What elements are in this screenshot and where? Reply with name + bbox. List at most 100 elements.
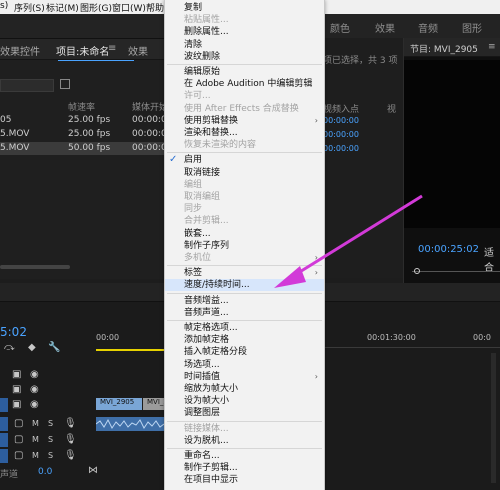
menu-sequence[interactable]: 序列(S) (14, 1, 45, 14)
snap-icon[interactable]: ⤼ (4, 343, 15, 353)
context-menu-item[interactable]: 添加帧定格 (165, 334, 324, 346)
track-target[interactable] (0, 433, 8, 447)
video-clip[interactable]: MVI_2905 (143, 398, 164, 410)
mute-icon[interactable]: M (32, 435, 39, 445)
context-menu-item-label: 链接媒体... (184, 423, 229, 434)
track-v3: ▣ ◉ (0, 368, 164, 382)
lock-icon[interactable]: ▢ (14, 435, 23, 445)
track-toggle-icon[interactable]: ▣ (12, 370, 21, 380)
context-menu-item[interactable]: 音频增益... (165, 295, 324, 307)
column-header-video-in[interactable]: 视频入点 (323, 102, 359, 115)
workspace-tab-color[interactable]: 颜色 (330, 20, 350, 35)
context-menu-item[interactable]: 重命名... (165, 450, 324, 462)
column-header-fps[interactable]: 帧速率 (68, 100, 95, 113)
context-menu-item-label: 多机位 (184, 253, 212, 263)
mute-icon[interactable]: M (32, 451, 39, 461)
timeline-scrollbar[interactable] (491, 353, 496, 483)
context-menu-item[interactable]: 帧定格选项... (165, 322, 324, 334)
marker-icon[interactable]: ◆ (28, 343, 36, 353)
audio-clip[interactable] (95, 417, 165, 431)
workspace-tab-effects[interactable]: 效果 (375, 20, 395, 35)
track-target[interactable] (0, 398, 8, 412)
solo-icon[interactable]: S (48, 435, 53, 445)
context-menu-item-label: 删除属性... (184, 27, 229, 38)
column-header-video-out[interactable]: 视 (387, 102, 396, 115)
tab-effect-controls[interactable]: 效果控件 (0, 43, 40, 58)
fit-dropdown[interactable]: 适合 (484, 244, 500, 274)
context-menu-item[interactable]: 清除 (165, 39, 324, 51)
eye-icon[interactable]: ◉ (30, 370, 39, 380)
context-menu-item-label: 帧定格选项... (184, 323, 238, 333)
mute-icon[interactable]: M (32, 419, 39, 429)
solo-icon[interactable]: S (48, 451, 53, 461)
ruler-line (323, 347, 500, 348)
context-menu-item[interactable]: 插入帧定格分段 (165, 346, 324, 358)
menu-help[interactable]: 帮助 (146, 1, 164, 14)
close-track-icon[interactable]: ⋈ (88, 466, 98, 476)
menu-marker[interactable]: 标记(M) (46, 1, 79, 14)
mic-icon[interactable]: 🎙 (64, 435, 77, 445)
menu-graphics[interactable]: 图形(G) (80, 1, 112, 14)
context-menu-item[interactable]: 渲染和替换... (165, 127, 324, 139)
video-in-cell: 00:00:00 (323, 116, 359, 125)
context-menu-item[interactable]: 制作子剪辑... (165, 462, 324, 474)
tab-effects[interactable]: 效果 (128, 43, 148, 58)
context-menu-item[interactable]: 编辑原始 (165, 66, 324, 78)
context-menu-item[interactable]: 场选项... (165, 359, 324, 371)
timeline-timecode[interactable]: 5:02 (0, 325, 27, 339)
eye-icon[interactable]: ◉ (30, 385, 39, 395)
tab-project[interactable]: 项目:未命名 (56, 43, 109, 58)
context-menu-item[interactable]: 设为脱机... (165, 435, 324, 447)
work-area-bar[interactable] (96, 349, 164, 351)
workspace-tab-graphics[interactable]: 图形 (462, 20, 482, 35)
lock-icon[interactable]: ▢ (14, 419, 23, 429)
context-menu-item[interactable]: 音频声道... (165, 307, 324, 319)
zoom-slider[interactable] (0, 265, 70, 269)
wrench-icon[interactable]: 🔧 (48, 343, 60, 353)
context-menu-item-label: 恢复未渲染的内容 (184, 140, 257, 151)
waveform-icon (95, 418, 165, 429)
tab-program[interactable]: 节目: MVI_2905 (410, 42, 478, 55)
video-clip[interactable]: MVI_2905 (96, 398, 142, 410)
menu-window[interactable]: 窗口(W) (112, 1, 146, 14)
context-menu-item[interactable]: 复制 (165, 2, 324, 14)
solo-icon[interactable]: S (48, 419, 53, 429)
context-menu-item[interactable]: 缩放为帧大小 (165, 383, 324, 395)
context-menu-item-label: 编辑原始 (184, 67, 221, 77)
context-menu-item[interactable]: 取消链接 (165, 167, 324, 179)
context-menu-item[interactable]: 调整图层 (165, 407, 324, 419)
new-bin-icon[interactable] (60, 79, 70, 89)
workspace-tab-audio[interactable]: 音频 (418, 20, 438, 35)
menu-edit[interactable]: s) (0, 1, 8, 11)
lock-icon[interactable]: ▢ (14, 451, 23, 461)
active-tab-underline (58, 60, 134, 61)
project-row[interactable]: 05 25.00 fps 00:00:00 (0, 114, 172, 127)
track-target[interactable] (0, 449, 8, 463)
menu-separator (167, 64, 322, 65)
track-toggle-icon[interactable]: ▣ (12, 385, 21, 395)
context-menu-item[interactable]: 波纹删除 (165, 51, 324, 63)
search-input[interactable] (0, 79, 54, 92)
project-row-fps: 25.00 fps (68, 129, 111, 139)
context-menu-item[interactable]: 删除属性... (165, 26, 324, 38)
project-row-selected[interactable]: 5.MOV 50.00 fps 00:00:00 (0, 142, 172, 155)
context-menu-item[interactable]: 在项目中显示 (165, 474, 324, 486)
context-menu-item[interactable]: 使用剪辑替换 › (165, 115, 324, 127)
context-menu-item[interactable]: ✓ 启用 (165, 154, 324, 166)
context-menu-item-label: 取消编组 (184, 192, 221, 202)
panel-menu-icon[interactable]: ≡ (488, 42, 496, 52)
column-header-media-start[interactable]: 媒体开始 (132, 100, 168, 113)
master-volume-value[interactable]: 0.0 (38, 467, 52, 477)
panel-menu-icon[interactable]: ≡ (108, 43, 116, 54)
track-target[interactable] (0, 417, 8, 431)
context-menu-item[interactable]: 设为帧大小 (165, 395, 324, 407)
mic-icon[interactable]: 🎙 (64, 451, 77, 461)
master-track-label: 声道 (0, 470, 19, 480)
context-menu-item[interactable]: 时间插值 › (165, 371, 324, 383)
project-row[interactable]: 5.MOV 25.00 fps 00:00:00 (0, 128, 172, 141)
context-menu-item-label: 取消链接 (184, 167, 221, 178)
eye-icon[interactable]: ◉ (30, 400, 39, 410)
track-toggle-icon[interactable]: ▣ (12, 400, 21, 410)
context-menu-item[interactable]: 在 Adobe Audition 中编辑剪辑 (165, 78, 324, 90)
mic-icon[interactable]: 🎙 (64, 419, 77, 429)
